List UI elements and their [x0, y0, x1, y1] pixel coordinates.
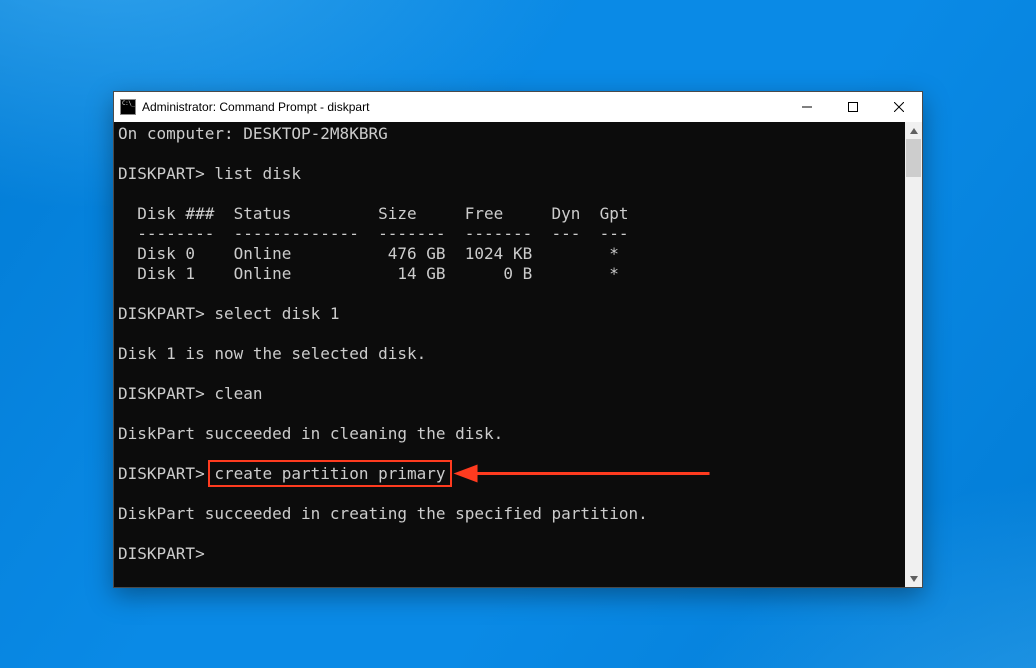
terminal-output[interactable]: On computer: DESKTOP-2M8KBRG DISKPART> l… [114, 122, 905, 587]
line: Disk 0 Online 476 GB 1024 KB * [118, 244, 619, 263]
window-title: Administrator: Command Prompt - diskpart [142, 100, 784, 114]
line: Disk 1 is now the selected disk. [118, 344, 426, 363]
vertical-scrollbar[interactable] [905, 122, 922, 587]
minimize-button[interactable] [784, 92, 830, 122]
highlighted-command: create partition primary [214, 464, 445, 483]
window-controls [784, 92, 922, 122]
line: -------- ------------- ------- ------- -… [118, 224, 629, 243]
client-area: On computer: DESKTOP-2M8KBRG DISKPART> l… [114, 122, 922, 587]
line: Disk 1 Online 14 GB 0 B * [118, 264, 619, 283]
line: DISKPART> list disk [118, 164, 301, 183]
line: DiskPart succeeded in cleaning the disk. [118, 424, 503, 443]
scroll-down-button[interactable] [905, 570, 922, 587]
line: On computer: DESKTOP-2M8KBRG [118, 124, 388, 143]
line: DISKPART> create partition primary [118, 464, 446, 483]
scroll-thumb[interactable] [906, 139, 921, 177]
close-button[interactable] [876, 92, 922, 122]
maximize-button[interactable] [830, 92, 876, 122]
line: DISKPART> select disk 1 [118, 304, 340, 323]
line: Disk ### Status Size Free Dyn Gpt [118, 204, 629, 223]
cmd-icon [120, 99, 136, 115]
scroll-up-button[interactable] [905, 122, 922, 139]
line: DiskPart succeeded in creating the speci… [118, 504, 648, 523]
line: DISKPART> [118, 544, 205, 563]
titlebar[interactable]: Administrator: Command Prompt - diskpart [114, 92, 922, 122]
cmd-window: Administrator: Command Prompt - diskpart… [113, 91, 923, 588]
line: DISKPART> clean [118, 384, 263, 403]
